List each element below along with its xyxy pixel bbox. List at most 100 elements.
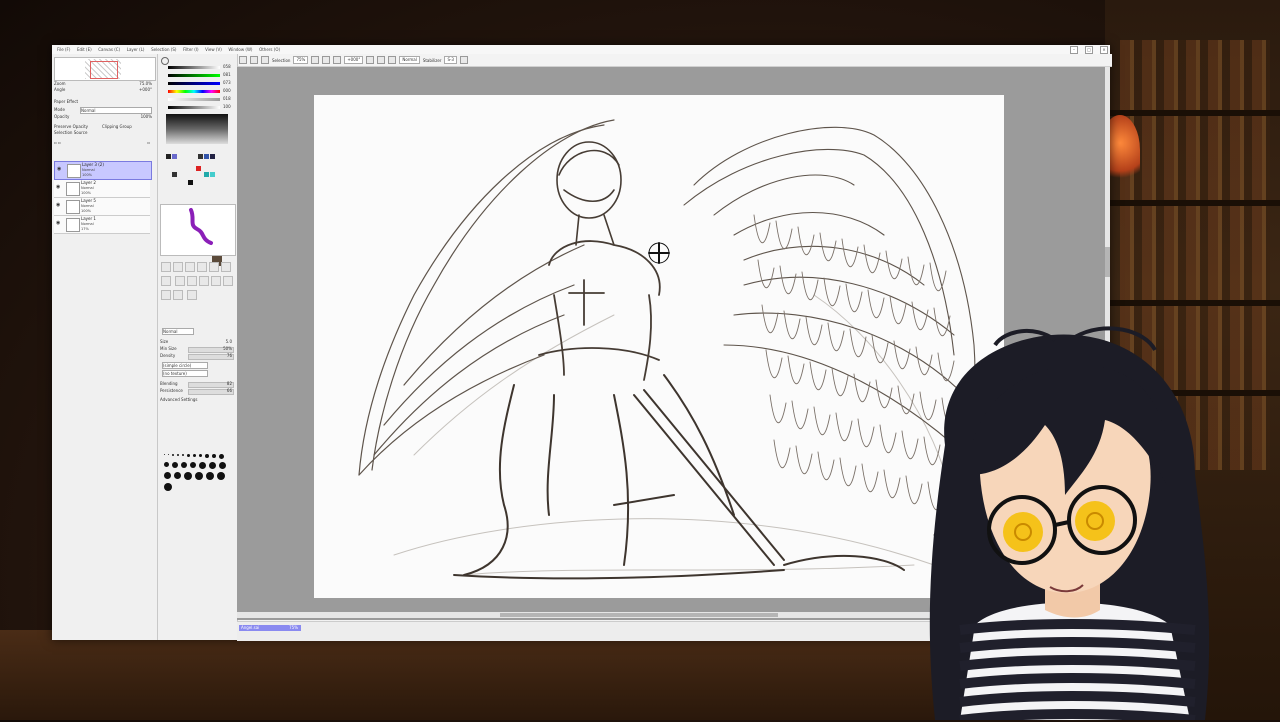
grayscale-palette[interactable] bbox=[166, 114, 228, 144]
visibility-eye-icon[interactable]: ◉ bbox=[56, 221, 62, 226]
blender-tool[interactable] bbox=[186, 290, 197, 300]
layer-item[interactable]: ◉ Layer 2 Normal 100% bbox=[54, 180, 150, 198]
dodge-tool[interactable] bbox=[173, 290, 183, 300]
value-slider[interactable] bbox=[168, 106, 220, 109]
size-preset[interactable] bbox=[187, 454, 190, 457]
visibility-eye-icon[interactable]: ◉ bbox=[57, 167, 63, 172]
saturation-slider[interactable] bbox=[168, 98, 220, 101]
close-button[interactable]: × bbox=[1100, 46, 1108, 54]
menu-selection[interactable]: Selection (S) bbox=[151, 45, 176, 54]
layer-item[interactable]: ◉ Layer 1 Normal 17% bbox=[54, 216, 150, 234]
layer-item[interactable]: ◉ Layer 5 Normal 100% bbox=[54, 198, 150, 216]
size-preset[interactable] bbox=[206, 472, 214, 480]
rotation-field[interactable]: +000° bbox=[344, 56, 364, 64]
size-preset[interactable] bbox=[217, 472, 225, 480]
eraser-tool[interactable] bbox=[221, 262, 231, 272]
palette-swatch[interactable] bbox=[210, 154, 215, 159]
minimize-button[interactable]: – bbox=[1070, 46, 1078, 54]
selection-toggle[interactable]: Selection bbox=[272, 58, 290, 63]
size-preset[interactable] bbox=[164, 462, 169, 467]
selpen-tool[interactable] bbox=[161, 276, 171, 286]
pencil-tool[interactable] bbox=[161, 262, 171, 272]
palette-swatch[interactable] bbox=[166, 154, 171, 159]
size-preset[interactable] bbox=[205, 454, 209, 458]
legacy-tool[interactable] bbox=[198, 276, 209, 286]
preserve-opacity-checkbox[interactable]: Preserve Opacity bbox=[54, 124, 88, 129]
brush-shape-select[interactable]: (simple circle) bbox=[162, 362, 208, 369]
menu-file[interactable]: File (F) bbox=[57, 45, 70, 54]
menu-view[interactable]: View (V) bbox=[205, 45, 222, 54]
palette-swatch[interactable] bbox=[198, 154, 203, 159]
zoom-reset-icon[interactable] bbox=[333, 56, 342, 64]
visibility-eye-icon[interactable]: ◉ bbox=[56, 185, 62, 190]
menu-canvas[interactable]: Canvas (C) bbox=[98, 45, 120, 54]
watercolor-tool[interactable] bbox=[197, 262, 207, 272]
palette-swatch[interactable] bbox=[188, 180, 193, 185]
selerase-tool[interactable] bbox=[174, 276, 185, 286]
marker-tool[interactable] bbox=[209, 262, 219, 272]
color-slider[interactable] bbox=[168, 66, 220, 69]
airbrush-tool[interactable] bbox=[173, 262, 183, 272]
palette-swatch[interactable] bbox=[204, 154, 209, 159]
menu-others[interactable]: Others (O) bbox=[259, 45, 280, 54]
menu-window[interactable]: Window (W) bbox=[228, 45, 252, 54]
menu-edit[interactable]: Edit (E) bbox=[77, 45, 92, 54]
binary-tool[interactable] bbox=[210, 276, 221, 286]
selection-source-checkbox[interactable]: Selection Source bbox=[54, 130, 87, 135]
size-preset[interactable] bbox=[190, 462, 196, 468]
navigator-thumbnail[interactable] bbox=[54, 57, 156, 81]
palette-swatch[interactable] bbox=[196, 166, 201, 171]
size-preset[interactable] bbox=[195, 472, 203, 480]
hue-slider[interactable] bbox=[168, 90, 220, 93]
navigator-viewport[interactable] bbox=[90, 61, 118, 79]
zoom-in-icon[interactable] bbox=[322, 56, 331, 64]
stabilizer-select[interactable]: S-3 bbox=[444, 56, 457, 64]
size-preset[interactable] bbox=[172, 462, 178, 468]
size-preset[interactable] bbox=[182, 454, 184, 456]
zoom-field[interactable]: 75% bbox=[293, 56, 309, 64]
menu-filter[interactable]: Filter (I) bbox=[183, 45, 198, 54]
layer-mode-select[interactable]: Normal bbox=[80, 107, 152, 114]
brush-size-value[interactable]: 5.0 bbox=[226, 339, 232, 345]
size-preset[interactable] bbox=[184, 472, 192, 480]
color-slider[interactable] bbox=[168, 82, 220, 85]
size-preset[interactable] bbox=[164, 472, 171, 479]
size-preset[interactable] bbox=[164, 483, 172, 491]
zoom-out-icon[interactable] bbox=[311, 56, 320, 64]
size-preset[interactable] bbox=[199, 454, 202, 457]
layer-opacity-value[interactable]: 100% bbox=[141, 114, 152, 120]
visibility-eye-icon[interactable]: ◉ bbox=[56, 203, 62, 208]
size-preset[interactable] bbox=[172, 454, 174, 456]
advanced-settings-checkbox[interactable]: Advanced Settings bbox=[160, 397, 197, 402]
drawing-canvas[interactable] bbox=[314, 95, 1004, 598]
palette-swatch[interactable] bbox=[210, 172, 215, 177]
menu-layer[interactable]: Layer (L) bbox=[127, 45, 145, 54]
size-preset[interactable] bbox=[193, 454, 196, 457]
size-preset[interactable] bbox=[164, 454, 165, 455]
brush-mode-select[interactable]: Normal bbox=[162, 328, 194, 335]
invert-icon[interactable] bbox=[250, 56, 258, 64]
new-layer-icon[interactable]: ▫ bbox=[54, 140, 57, 145]
color-wheel-icon[interactable] bbox=[161, 57, 169, 65]
palette-swatch[interactable] bbox=[172, 154, 177, 159]
new-folder-icon[interactable]: ▫ bbox=[58, 140, 61, 145]
size-preset[interactable] bbox=[209, 462, 216, 469]
size-preset[interactable] bbox=[177, 454, 179, 456]
size-preset[interactable] bbox=[219, 462, 226, 469]
settings-icon[interactable] bbox=[459, 56, 468, 64]
size-preset[interactable] bbox=[181, 462, 187, 468]
brush-tool[interactable] bbox=[185, 262, 195, 272]
maximize-button[interactable]: □ bbox=[1085, 46, 1093, 54]
bucket-tool[interactable] bbox=[186, 276, 197, 286]
rotate-left-icon[interactable] bbox=[366, 56, 375, 64]
size-preset[interactable] bbox=[212, 454, 216, 458]
blur-tool[interactable] bbox=[222, 276, 233, 286]
palette-swatch[interactable] bbox=[172, 172, 177, 177]
scroll-thumb[interactable] bbox=[500, 613, 778, 617]
flip-icon[interactable] bbox=[388, 56, 397, 64]
brush-texture-select[interactable]: (no texture) bbox=[162, 370, 208, 377]
select-all-icon[interactable] bbox=[261, 56, 269, 64]
layer-item[interactable]: ◉ Layer 3 (2) Normal 100% bbox=[54, 161, 152, 180]
smudge-tool[interactable] bbox=[161, 290, 171, 300]
mode-select[interactable]: Normal bbox=[399, 56, 420, 64]
